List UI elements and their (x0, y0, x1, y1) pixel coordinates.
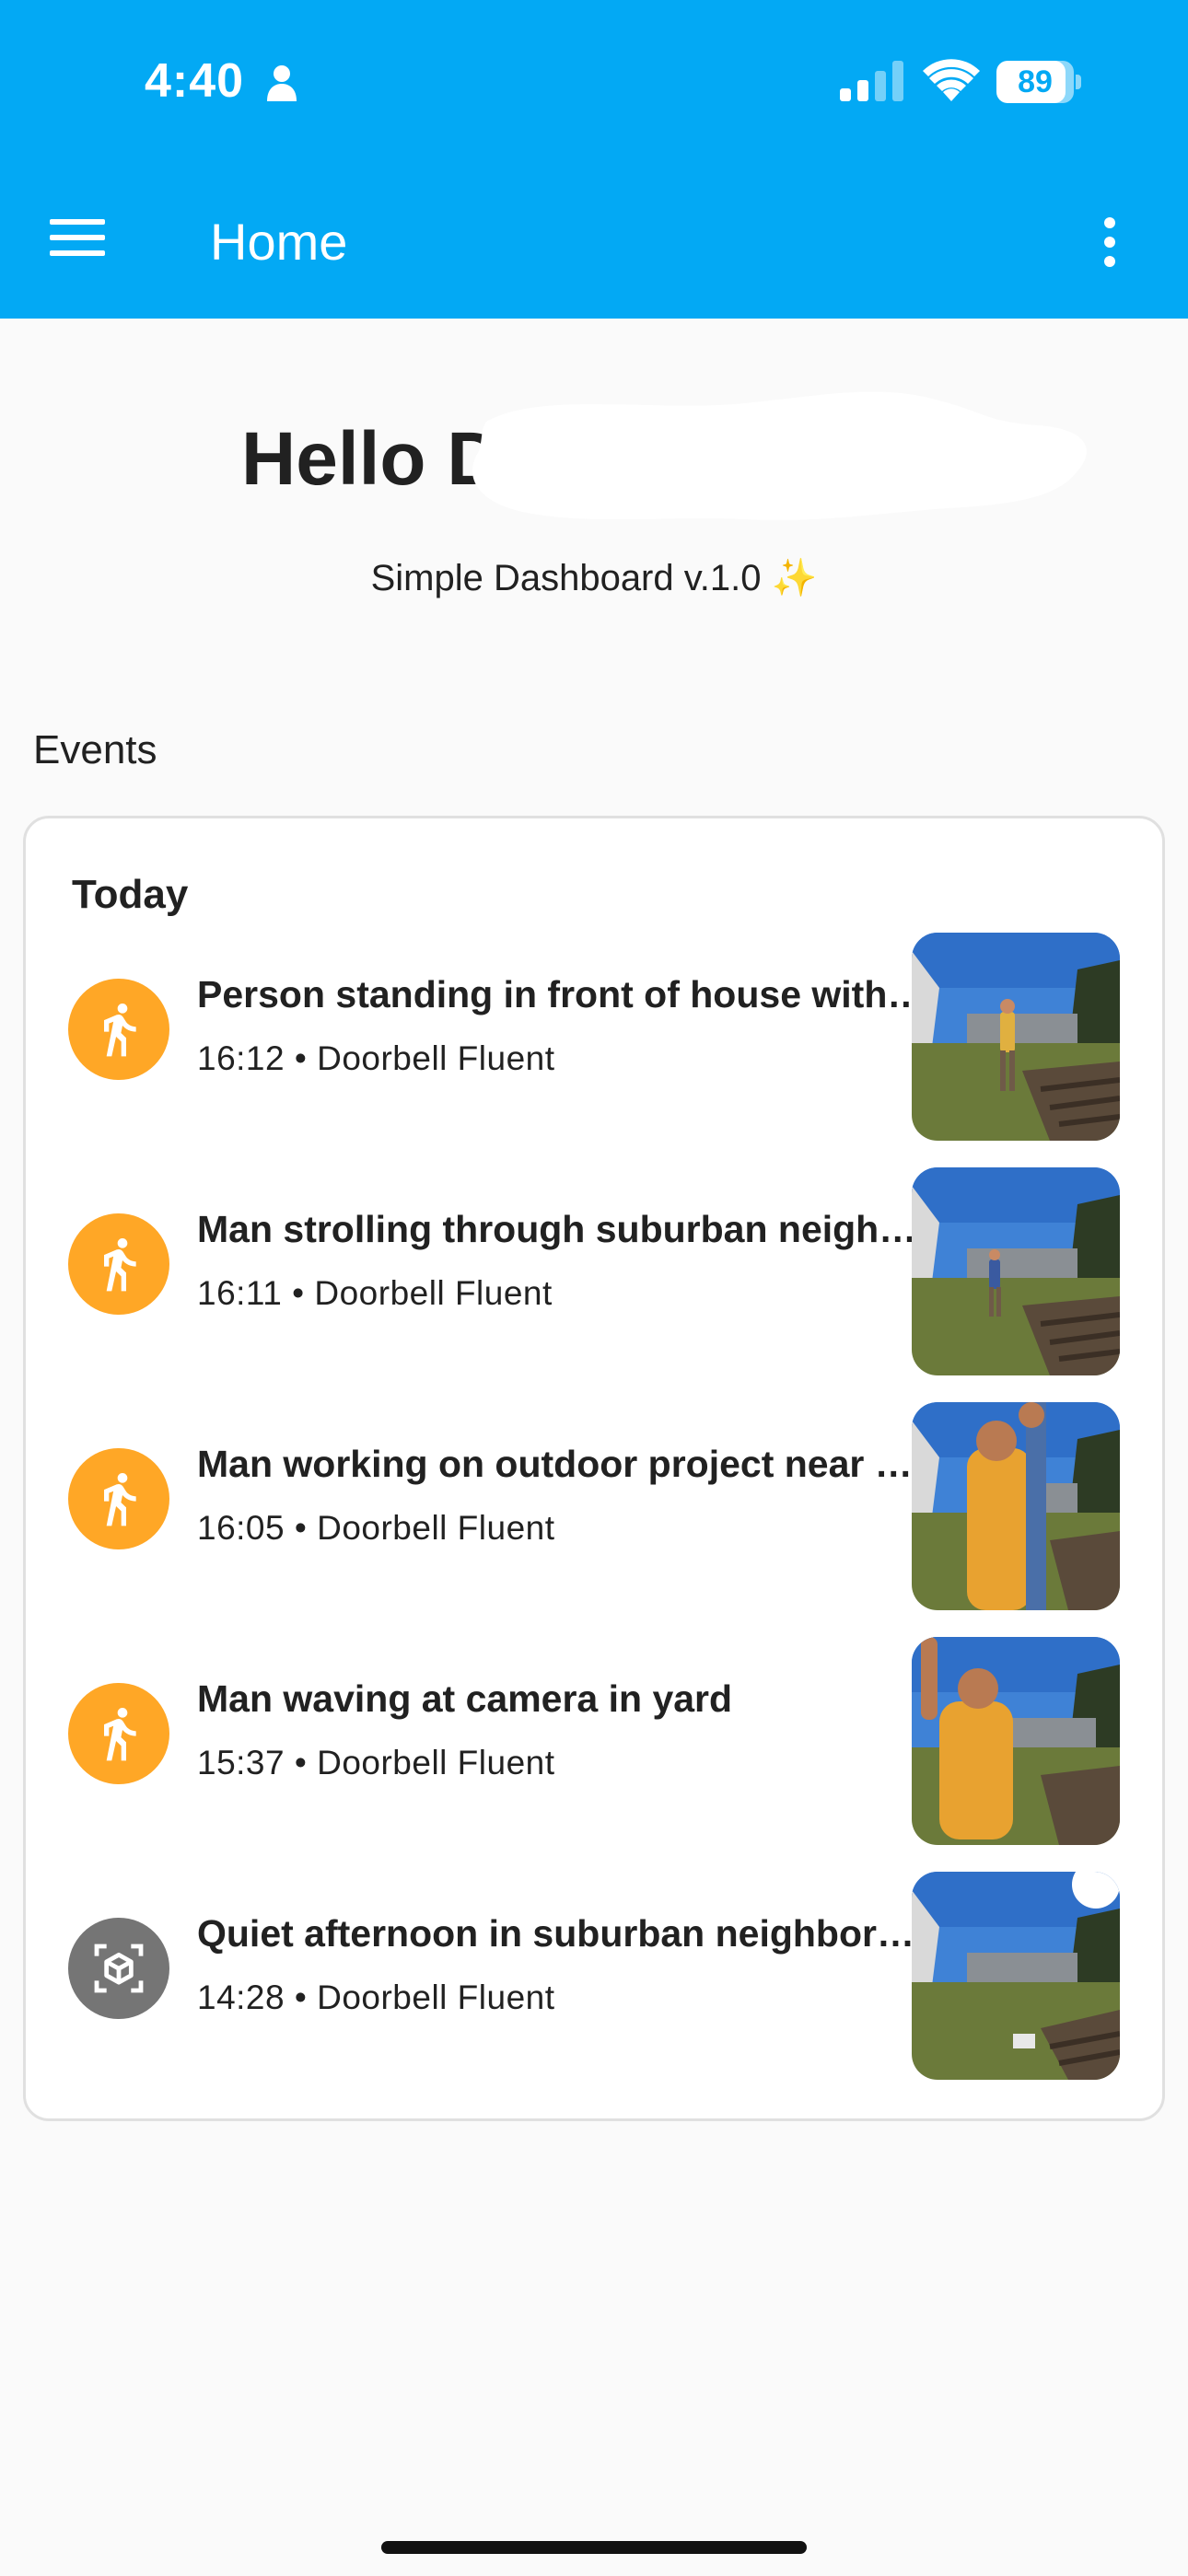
event-meta: 15:37 • Doorbell Fluent (197, 1744, 555, 1781)
event-item[interactable]: Man working on outdoor project near h… 1… (26, 1397, 1162, 1610)
event-time: 16:05 (197, 1509, 285, 1547)
cube-scan-icon (68, 1918, 169, 2019)
page-title: Home (210, 213, 348, 271)
event-source: Doorbell Fluent (317, 1039, 555, 1077)
event-title: Man waving at camera in yard (197, 1677, 733, 1720)
event-time: 16:12 (197, 1039, 285, 1077)
battery-level: 89 (1018, 64, 1053, 99)
event-item[interactable]: Quiet afternoon in suburban neighborh… 1… (26, 1866, 1162, 2080)
event-source: Doorbell Fluent (317, 1509, 555, 1547)
event-thumbnail[interactable] (912, 1402, 1120, 1610)
app-bar: 4:40 89 Home (0, 0, 1188, 319)
event-time: 14:28 (197, 1978, 285, 2016)
person-icon (267, 65, 297, 101)
battery-indicator: 89 (996, 61, 1081, 103)
wifi-icon (923, 59, 980, 101)
walk-icon (68, 1213, 169, 1315)
event-thumbnail[interactable] (912, 1872, 1120, 2080)
home-indicator[interactable] (381, 2541, 807, 2554)
hamburger-menu-icon[interactable] (50, 219, 105, 267)
event-title: Man strolling through suburban neighb… (197, 1208, 930, 1250)
status-time: 4:40 (145, 54, 245, 108)
event-meta: 16:05 • Doorbell Fluent (197, 1509, 555, 1547)
event-meta: 14:28 • Doorbell Fluent (197, 1978, 555, 2016)
sparkles-icon: ✨ (771, 558, 818, 598)
event-item[interactable]: Man waving at camera in yard 15:37 • Doo… (26, 1631, 1162, 1845)
more-vert-icon[interactable] (1096, 217, 1124, 269)
event-thumbnail[interactable] (912, 1637, 1120, 1845)
cellular-signal-icon (840, 61, 903, 101)
event-time: 16:11 (197, 1274, 283, 1312)
subtitle-text: Simple Dashboard v.1.0 (370, 558, 762, 598)
event-thumbnail[interactable] (912, 1167, 1120, 1375)
event-meta: 16:12 • Doorbell Fluent (197, 1039, 555, 1077)
walk-icon (68, 1683, 169, 1784)
event-source: Doorbell Fluent (317, 1744, 555, 1781)
event-title: Man working on outdoor project near h… (197, 1443, 930, 1485)
walk-icon (68, 979, 169, 1080)
event-item[interactable]: Person standing in front of house with …… (26, 927, 1162, 1141)
event-item[interactable]: Man strolling through suburban neighb… 1… (26, 1162, 1162, 1375)
event-thumbnail[interactable] (912, 933, 1120, 1141)
event-title: Person standing in front of house with … (197, 973, 930, 1015)
event-meta: 16:11 • Doorbell Fluent (197, 1274, 553, 1312)
event-source: Doorbell Fluent (317, 1978, 555, 2016)
event-time: 15:37 (197, 1744, 285, 1781)
events-section-label: Events (33, 727, 157, 772)
dashboard-subtitle: Simple Dashboard v.1.0 ✨ (0, 556, 1188, 599)
event-title: Quiet afternoon in suburban neighborh… (197, 1912, 930, 1955)
walk-icon (68, 1448, 169, 1549)
event-source: Doorbell Fluent (314, 1274, 553, 1312)
redaction-mark (472, 391, 1087, 520)
day-heading: Today (72, 872, 189, 917)
events-card: Today Person standing in front of house … (23, 816, 1165, 2121)
greeting-heading: Hello D (241, 417, 502, 501)
